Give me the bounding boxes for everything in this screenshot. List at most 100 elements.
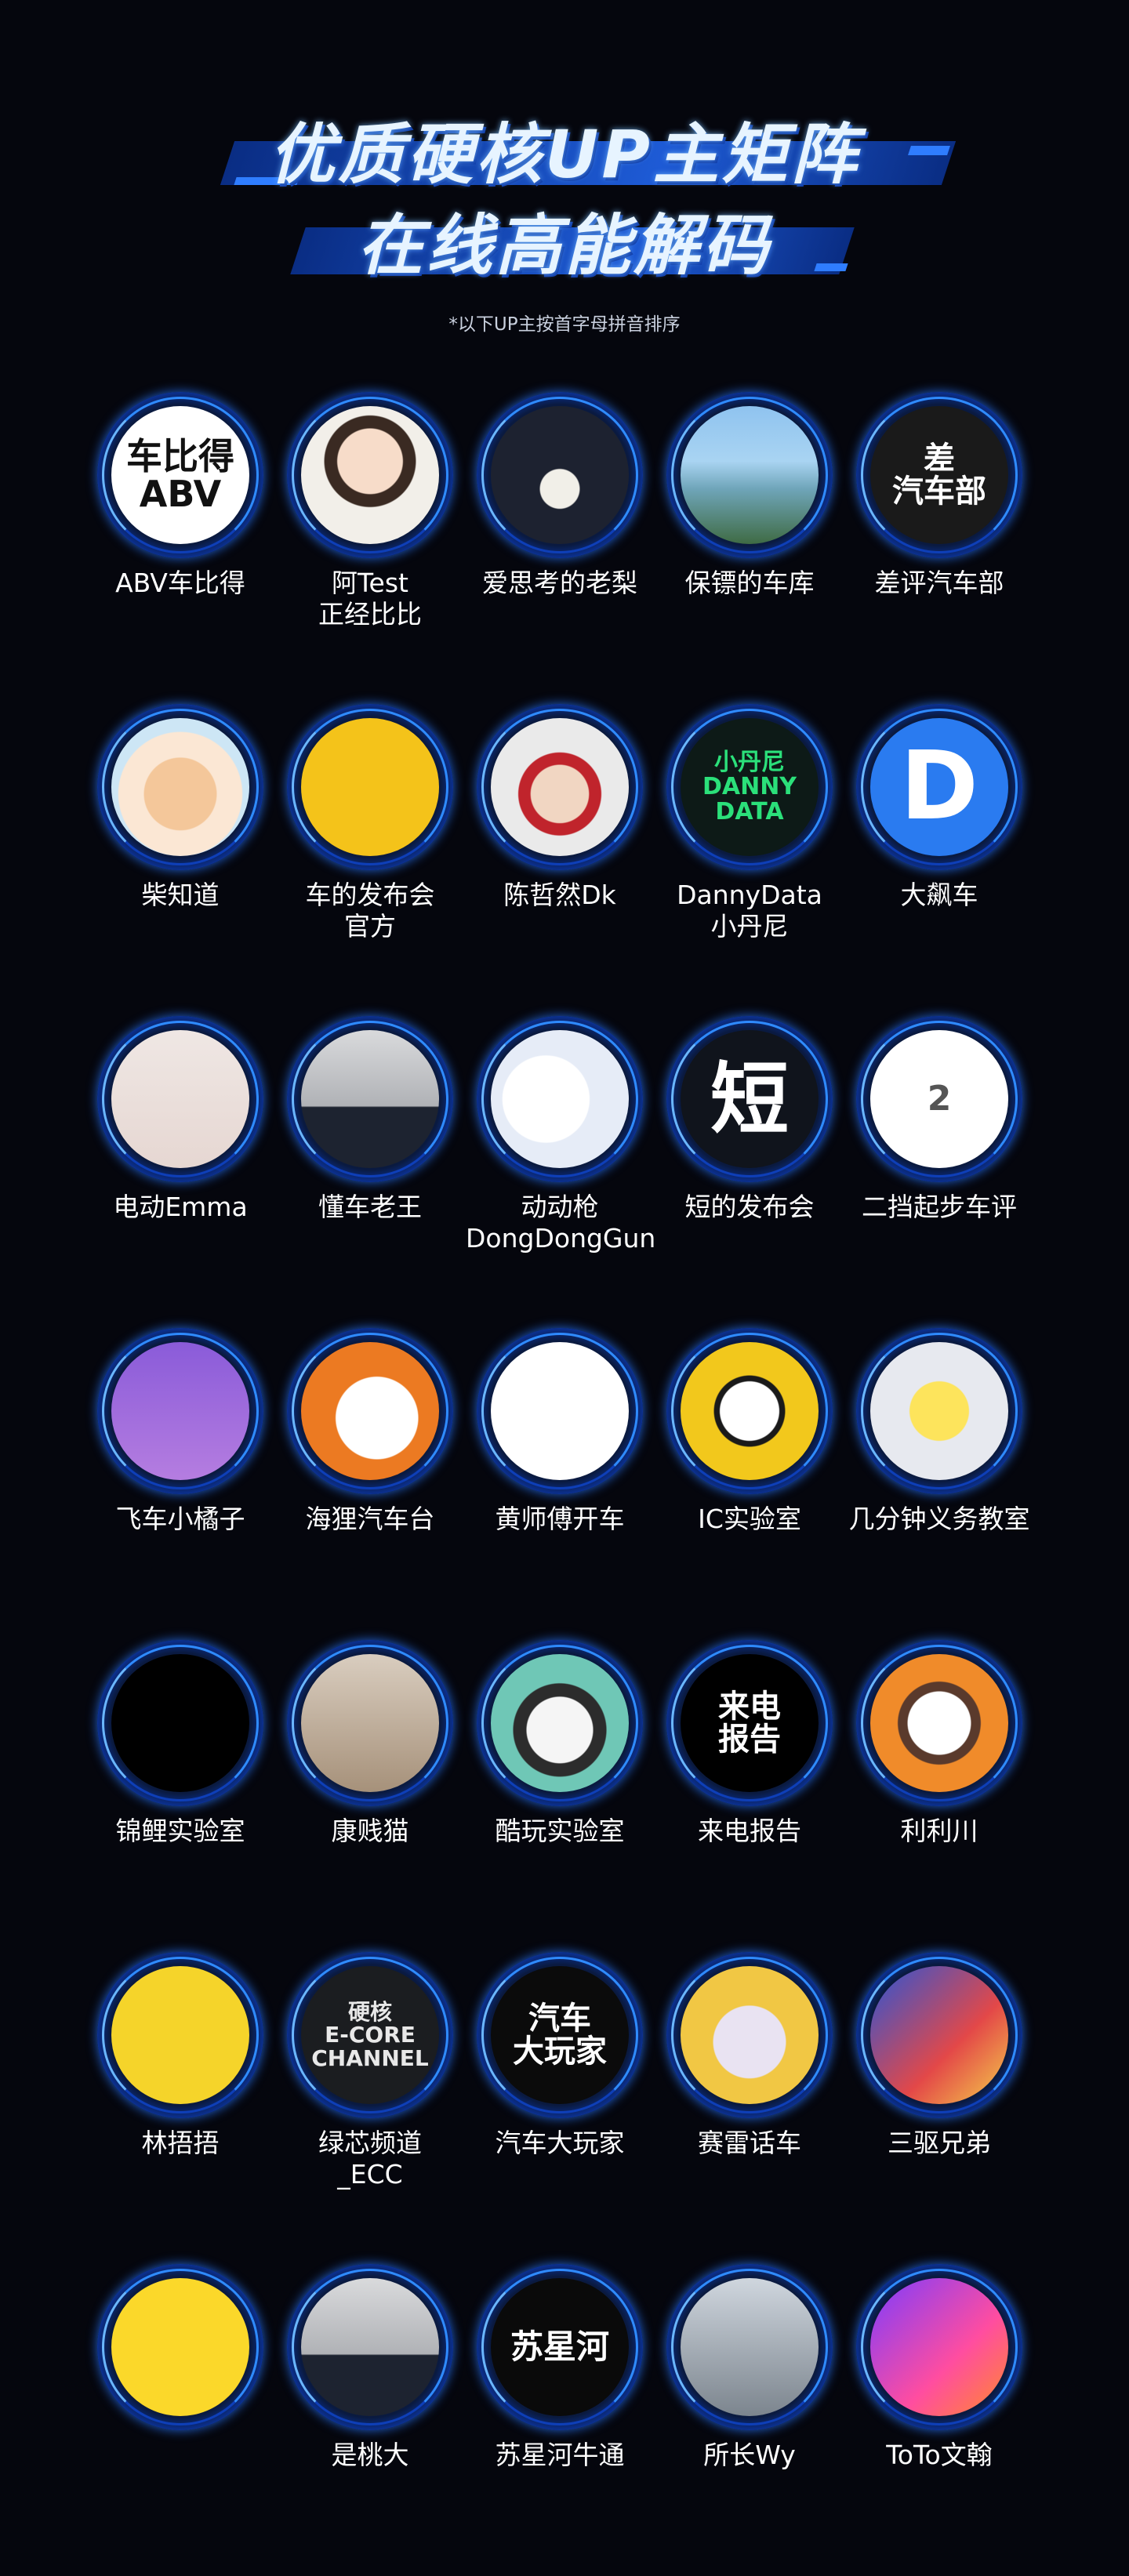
creator-card[interactable]: 三驱兄弟 [845, 1952, 1033, 2159]
creator-card[interactable]: 动动枪 DongDongGun [466, 1016, 655, 1254]
creator-card[interactable]: 汽车 大玩家 汽车大玩家 [466, 1952, 654, 2159]
avatar-ring [287, 1328, 453, 1494]
creator-card[interactable]: 赛雷话车 [655, 1952, 844, 2159]
creator-card[interactable]: 飞车小橘子 [86, 1328, 274, 1535]
creator-card[interactable]: 苏星河 苏星河牛通 [466, 2264, 654, 2471]
avatar-logo-text: 苏星河 [510, 2327, 609, 2366]
sketch-man-icon[interactable] [491, 1342, 629, 1480]
photo-man-glasses-icon[interactable] [301, 2278, 439, 2416]
play-button-icon[interactable] [111, 1654, 249, 1792]
creator-card[interactable]: 几分钟义务教室 [845, 1328, 1033, 1535]
creator-row: 锦鲤实验室康贱猫 酷玩实验室 来电 报告 来电报告利利川 [0, 1640, 1129, 1952]
avatar-ring [287, 1640, 453, 1806]
anime-boy-icon[interactable] [870, 1966, 1008, 2104]
steering-wheel-mic-icon[interactable] [301, 718, 439, 856]
laidian-logo-icon[interactable]: 来电 报告 [681, 1654, 819, 1792]
wanjia-logo-icon[interactable]: 汽车 大玩家 [491, 1966, 629, 2104]
d-logo-icon[interactable]: D [870, 718, 1008, 856]
avatar-logo-text: 短 [710, 1053, 789, 1145]
creator-card[interactable]: 林捂捂 [86, 1952, 274, 2159]
creator-card[interactable]: 保镖的车库 [655, 392, 844, 599]
duan-logo-icon[interactable]: 短 [681, 1030, 819, 1168]
creator-name: 阿Test 正经比比 [318, 568, 422, 629]
cartoon-doctor-icon[interactable] [111, 1966, 249, 2104]
creator-name: 康贱猫 [331, 1816, 409, 1846]
creator-card[interactable] [86, 2264, 274, 2440]
photo-man-glasses-icon[interactable] [301, 1030, 439, 1168]
smiley-face-icon[interactable] [111, 2278, 249, 2416]
creator-card[interactable]: 车比得 ABV ABV车比得 [86, 392, 274, 599]
avatar-ring [97, 1328, 263, 1494]
creator-name: 飞车小橘子 [115, 1504, 245, 1534]
creator-card[interactable]: 酷玩实验室 [466, 1640, 654, 1847]
creator-card[interactable]: 差 汽车部 差评汽车部 [845, 392, 1033, 599]
creator-card[interactable]: 短短的发布会 [655, 1016, 844, 1223]
bulldog-icon[interactable] [491, 1654, 629, 1792]
creator-card[interactable]: IC实验室 [655, 1328, 844, 1535]
creator-card[interactable]: 柴知道 [86, 704, 274, 911]
avatar-logo-text: 车比得 ABV [126, 434, 234, 515]
creator-card[interactable]: 2 二挡起步车评 [845, 1016, 1033, 1223]
creator-card[interactable]: 锦鲤实验室 [86, 1640, 274, 1847]
creator-card[interactable]: 海狸汽车台 [276, 1328, 464, 1535]
creator-card[interactable]: ToTo文翰 [845, 2264, 1033, 2471]
ghost-wheel-icon[interactable] [681, 1966, 819, 2104]
suxinghe-logo-icon[interactable]: 苏星河 [491, 2278, 629, 2416]
shiba-dog-icon[interactable] [111, 718, 249, 856]
photo-person-sea-icon[interactable] [681, 406, 819, 544]
creator-name: 柴知道 [141, 880, 220, 910]
toto-logo-icon[interactable] [870, 2278, 1008, 2416]
creator-card[interactable]: 利利川 [845, 1640, 1033, 1847]
page-title-secondary: 在线高能解码 [357, 207, 771, 284]
chick-icon[interactable] [870, 1342, 1008, 1480]
creator-name: 利利川 [900, 1816, 978, 1846]
cartoon-cat-gun-icon[interactable] [491, 1030, 629, 1168]
photo-woman-icon[interactable] [111, 1030, 249, 1168]
photo-man-desk-icon[interactable] [301, 1654, 439, 1792]
gear-shift-icon[interactable]: 2 [870, 1030, 1008, 1168]
beaver-icon[interactable] [301, 1342, 439, 1480]
creator-card[interactable]: 黄师傅开车 [466, 1328, 654, 1535]
creator-name: 苏星河牛通 [495, 2440, 625, 2470]
creator-name: 电动Emma [113, 1192, 248, 1222]
panda-icon[interactable] [681, 1342, 819, 1480]
creator-card[interactable]: 懂车老王 [276, 1016, 464, 1223]
chaping-logo-icon[interactable]: 差 汽车部 [870, 406, 1008, 544]
avatar-ring: 小丹尼 DANNY DATA [666, 704, 833, 870]
cartoon-dog-doctor-icon[interactable] [870, 1654, 1008, 1792]
creator-row: 电动Emma 懂车老王 动动枪 DongDongGun 短短的发布会 2 二挡起步车评 [0, 1016, 1129, 1328]
creator-card[interactable]: 硬核 E-CORE CHANNEL 绿芯频道 _ECC [276, 1952, 464, 2190]
avatar-ring [477, 1640, 643, 1806]
creator-name: 是桃大 [331, 2440, 409, 2470]
photo-man-camera-icon[interactable] [681, 2278, 819, 2416]
creator-card[interactable]: 所长Wy [655, 2264, 844, 2471]
creator-name: 酷玩实验室 [495, 1816, 625, 1846]
creator-card[interactable]: 是桃大 [276, 2264, 464, 2471]
avatar-ring [666, 1952, 833, 2118]
abv-logo-icon[interactable]: 车比得 ABV [111, 406, 249, 544]
creator-card[interactable]: D 大飙车 [845, 704, 1033, 911]
photo-girl-icon[interactable] [111, 1342, 249, 1480]
creator-row: 柴知道 车的发布会 官方 陈哲然Dk 小丹尼 DANNY DATA DannyData … [0, 704, 1129, 1016]
creator-card[interactable]: 小丹尼 DANNY DATA DannyData 小丹尼 [655, 704, 844, 942]
creator-name: 大飙车 [900, 880, 978, 910]
creator-card[interactable]: 电动Emma [86, 1016, 274, 1223]
creator-name: ToTo文翰 [886, 2440, 993, 2470]
avatar-logo-text: 2 [927, 1078, 952, 1119]
creator-card[interactable]: 来电 报告 来电报告 [655, 1640, 844, 1847]
cartoon-man-icon[interactable] [301, 406, 439, 544]
creator-name: 懂车老王 [318, 1192, 422, 1222]
ecore-logo-icon[interactable]: 硬核 E-CORE CHANNEL [301, 1966, 439, 2104]
creator-card[interactable]: 爱思考的老梨 [466, 392, 654, 599]
creator-name: 三驱兄弟 [888, 2128, 991, 2158]
creator-card[interactable]: 康贱猫 [276, 1640, 464, 1847]
creator-name: DannyData 小丹尼 [677, 880, 822, 942]
cartoon-dk-icon[interactable] [491, 718, 629, 856]
creator-card[interactable]: 陈哲然Dk [466, 704, 654, 911]
danny-logo-icon[interactable]: 小丹尼 DANNY DATA [681, 718, 819, 856]
night-figure-icon[interactable] [491, 406, 629, 544]
avatar-ring [856, 1640, 1022, 1806]
creator-card[interactable]: 车的发布会 官方 [276, 704, 464, 942]
creator-card[interactable]: 阿Test 正经比比 [276, 392, 464, 630]
avatar-ring [666, 392, 833, 558]
